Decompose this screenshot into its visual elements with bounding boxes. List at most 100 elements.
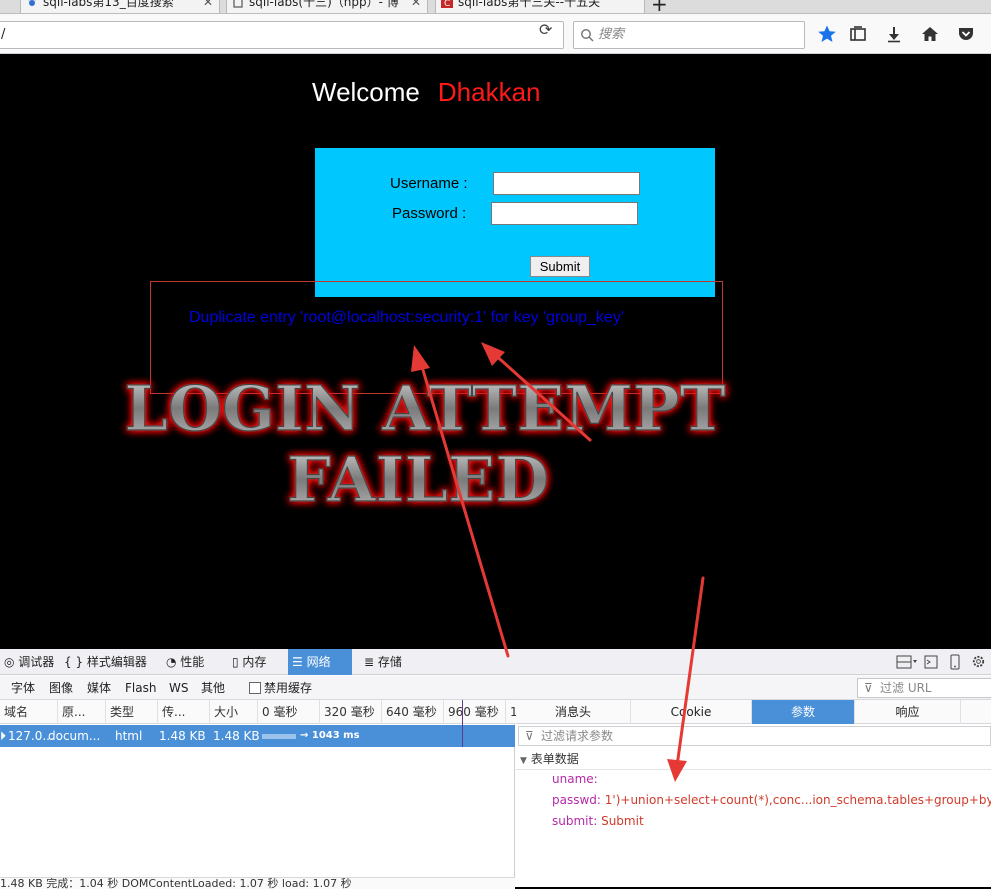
form-data-title: 表单数据 (531, 752, 579, 766)
tab-performance[interactable]: ◔ 性能 (162, 649, 208, 675)
home-icon[interactable] (920, 24, 940, 44)
filter-flash-button[interactable]: Flash (122, 679, 159, 697)
devtools-tab-bar: ◎ 调试器 { } 样式编辑器 ◔ 性能 ▯ 内存 ☰ 网络 ≣ 存储 (0, 649, 991, 675)
close-icon[interactable]: ✕ (203, 0, 213, 10)
responsive-mode-icon[interactable] (949, 654, 961, 670)
tab-label: 内存 (242, 655, 266, 669)
column-size[interactable]: 大小 (210, 700, 258, 724)
browser-tab-strip: sqli-labs第13_百度搜索 ✕ sqli-labs(十三)（hpp）- … (0, 0, 991, 14)
column-domain[interactable]: 域名 (0, 700, 58, 724)
param-row: passwd: 1')+union+select+count(*),conc..… (552, 793, 991, 807)
username-field[interactable] (493, 172, 640, 195)
tab-response[interactable]: 响应 (855, 700, 961, 724)
dock-layout-icon[interactable] (896, 655, 918, 669)
filter-other-button[interactable]: 其他 (198, 679, 228, 697)
pocket-icon[interactable] (956, 24, 976, 44)
tab-debugger[interactable]: ◎ 调试器 (0, 649, 58, 675)
request-timing: → 1043 ms (300, 725, 360, 747)
filter-images-button[interactable]: 图像 (46, 679, 76, 697)
request-type: html (115, 725, 142, 747)
download-icon[interactable] (884, 24, 904, 44)
filter-funnel-icon: ⊽ (525, 727, 534, 745)
svg-text:C: C (444, 0, 450, 8)
search-placeholder: 搜索 (598, 27, 624, 42)
error-frame (150, 281, 723, 394)
tab-cookie[interactable]: Cookie (631, 700, 752, 724)
tab-label: 存储 (378, 655, 402, 669)
browser-tab[interactable]: C sqli-labs第十三关--十五关 (435, 0, 645, 14)
reading-list-icon[interactable] (848, 24, 868, 44)
timing-bar (262, 734, 296, 739)
tab-label: { } 样式编辑器 (64, 655, 147, 669)
reload-icon[interactable]: ⟳ (539, 20, 552, 39)
column-transferred[interactable]: 传... (158, 700, 210, 724)
tab-title: sqli-labs第13_百度搜索 (43, 0, 174, 9)
tab-storage[interactable]: ≣ 存储 (360, 649, 406, 675)
console-icon[interactable] (924, 655, 938, 669)
new-tab-icon[interactable]: + (651, 0, 668, 14)
tab-style-editor[interactable]: { } 样式编辑器 (60, 649, 151, 675)
column-cause[interactable]: 原... (58, 700, 106, 724)
filter-ws-button[interactable]: WS (166, 679, 191, 697)
page-icon (232, 0, 244, 8)
tab-label: 调试器 (18, 655, 54, 669)
url-text: / (1, 27, 5, 42)
request-domain: 127.0... (8, 725, 54, 747)
request-cause: docum... (48, 725, 100, 747)
param-filter-input[interactable]: ⊽ 过滤请求参数 (518, 726, 991, 746)
welcome-name: Dhakkan (438, 77, 541, 107)
param-row: submit: Submit (552, 814, 644, 828)
form-data-section[interactable]: ▼ 表单数据 (520, 750, 579, 767)
timeline-tick: 1 (506, 700, 515, 724)
welcome-heading: Welcome Dhakkan (312, 77, 541, 108)
param-key: uname: (552, 772, 598, 786)
tab-label: 网络 (307, 655, 331, 669)
param-filter-placeholder: 过滤请求参数 (541, 729, 613, 743)
url-input[interactable]: / (0, 21, 564, 49)
tab-label: 性能 (180, 655, 204, 669)
password-label: Password : (392, 205, 466, 222)
request-list-header: 域名 原... 类型 传... 大小 0 毫秒 320 毫秒 640 毫秒 96… (0, 700, 515, 724)
web-page: Welcome Dhakkan Username : Password : Sub… (0, 55, 991, 649)
submit-button[interactable]: Submit (530, 256, 590, 277)
request-list-panel: 域名 原... 类型 传... 大小 0 毫秒 320 毫秒 640 毫秒 96… (0, 700, 515, 887)
collapse-triangle-icon: ▼ (520, 756, 527, 766)
browser-tab[interactable]: sqli-labs第13_百度搜索 ✕ (20, 0, 220, 14)
filter-url-input[interactable]: ⊽ 过滤 URL (857, 678, 991, 698)
timeline-tick: 0 毫秒 (258, 700, 320, 724)
filter-funnel-icon: ⊽ (864, 679, 873, 697)
login-form: Username : Password : Submit (315, 148, 715, 297)
tab-title: sqli-labs第十三关--十五关 (458, 0, 600, 9)
divider (516, 769, 991, 770)
tab-memory[interactable]: ▯ 内存 (228, 649, 270, 675)
tab-network[interactable]: ☰ 网络 (288, 649, 352, 675)
filter-fonts-button[interactable]: 字体 (8, 679, 38, 697)
network-status-bar: 1.48 KB 完成：1.04 秒 DOMContentLoaded: 1.07… (0, 877, 515, 889)
filter-url-placeholder: 过滤 URL (880, 681, 932, 695)
request-transferred: 1.48 KB (159, 725, 206, 747)
search-input[interactable]: 搜索 (573, 21, 805, 49)
welcome-text: Welcome (312, 77, 420, 107)
error-message: Duplicate entry 'root@localhost:security… (189, 309, 624, 327)
password-field[interactable] (491, 202, 638, 225)
fail-line2: FAILED (287, 443, 549, 516)
disable-cache-checkbox[interactable]: 禁用缓存 (246, 679, 315, 697)
settings-gear-icon[interactable] (971, 654, 986, 669)
tab-headers[interactable]: 消息头 (516, 700, 631, 724)
paw-icon (26, 0, 38, 8)
request-details-panel: 消息头 Cookie 参数 响应 ⊽ 过滤请求参数 ▼ 表单数据 uname: … (516, 700, 991, 887)
timeline-tick: 640 毫秒 (382, 700, 444, 724)
request-size: 1.48 KB (213, 725, 260, 747)
bookmark-star-icon[interactable] (817, 24, 837, 44)
table-row[interactable]: ⏵ 127.0... docum... html 1.48 KB 1.48 KB… (0, 725, 515, 747)
username-label: Username : (390, 175, 468, 192)
param-value: 1')+union+select+count(*),conc...ion_sch… (605, 793, 991, 807)
filter-media-button[interactable]: 媒体 (84, 679, 114, 697)
close-icon[interactable]: ✕ (411, 0, 421, 10)
browser-tab[interactable]: sqli-labs(十三)（hpp）- 博 ✕ (226, 0, 428, 14)
param-key: passwd: (552, 793, 601, 807)
column-type[interactable]: 类型 (106, 700, 158, 724)
tab-params[interactable]: 参数 (752, 700, 855, 724)
network-filter-toolbar: 字体 图像 媒体 Flash WS 其他 禁用缓存 ⊽ 过滤 URL (0, 676, 991, 700)
disable-cache-label: 禁用缓存 (264, 681, 312, 695)
